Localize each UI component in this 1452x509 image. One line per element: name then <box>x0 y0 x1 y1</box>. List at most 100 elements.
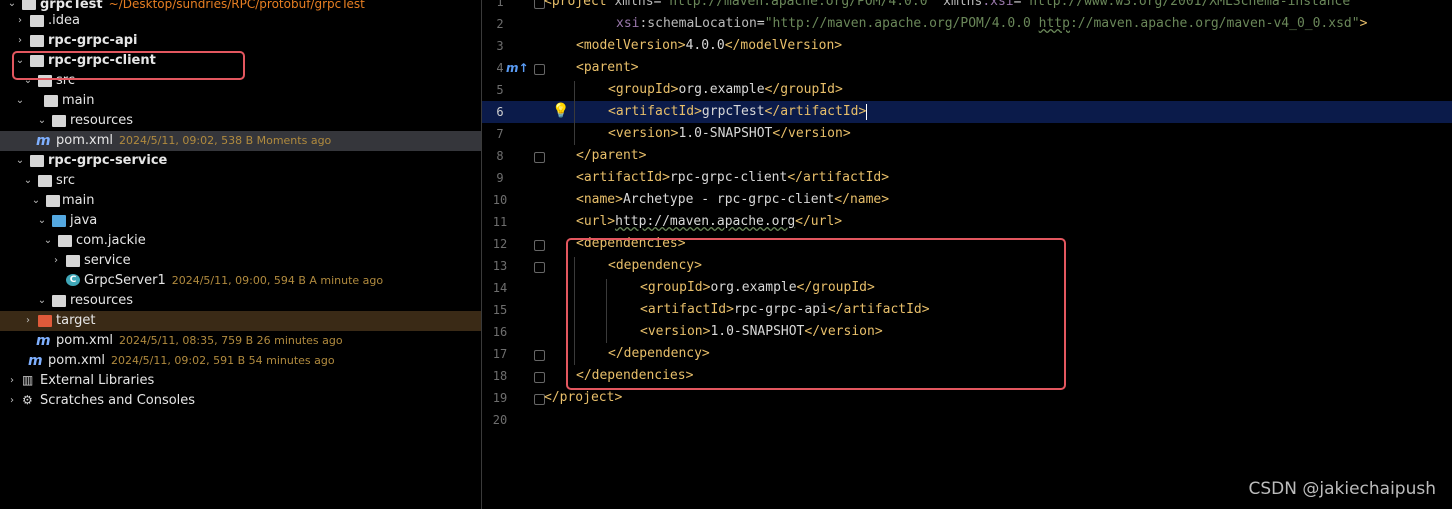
chevron-right-icon[interactable]: › <box>14 31 26 51</box>
tree-item-label: pom.xml <box>48 353 105 368</box>
line-number: 19 <box>492 391 508 405</box>
tree-item-resources[interactable]: ⌄ resources <box>0 291 481 311</box>
tree-item-main[interactable]: ⌄ main <box>0 91 481 111</box>
fold-icon[interactable] <box>534 64 545 75</box>
tree-item-label: rpc-grpc-api <box>48 33 138 48</box>
fold-icon[interactable] <box>534 240 545 251</box>
code-line[interactable]: 8 </parent> <box>482 145 1452 167</box>
chevron-down-icon[interactable]: ⌄ <box>14 151 26 171</box>
code-line[interactable]: 19 </project> <box>482 387 1452 409</box>
chevron-down-icon[interactable]: ⌄ <box>14 91 26 111</box>
code-token: "http://maven.apache.org/POM/4.0.0 <box>764 16 1039 31</box>
chevron-down-icon[interactable]: ⌄ <box>36 291 48 311</box>
code-line[interactable]: 11 <url>http://maven.apache.org</url> <box>482 211 1452 233</box>
code-token: Archetype - rpc-grpc-client <box>622 192 835 207</box>
code-token[interactable]: http://maven.apache.org <box>615 214 795 229</box>
tree-item-label: resources <box>70 293 134 308</box>
tree-item-label: pom.xml <box>56 133 113 148</box>
fold-icon[interactable] <box>534 152 545 163</box>
tree-item-rpc-grpc-api[interactable]: › rpc-grpc-api <box>0 31 481 51</box>
code-token: <url> <box>576 214 616 229</box>
tree-item-label: .idea <box>48 13 80 28</box>
code-token: ://maven.apache.org/maven-v4_0_0.xsd" <box>1069 16 1360 31</box>
code-token: xmlns <box>935 0 983 9</box>
lightbulb-icon[interactable]: 💡 <box>552 103 569 119</box>
code-token: <groupId> <box>608 82 679 97</box>
code-line[interactable]: 5 <groupId>org.example</groupId> <box>482 79 1452 101</box>
line-number: 1 <box>496 0 504 9</box>
tree-item-label: service <box>84 253 131 268</box>
indent-guide <box>574 81 575 145</box>
tree-item-pom-client[interactable]: m pom.xml 2024/5/11, 09:02, 538 B Moments… <box>0 131 481 151</box>
line-number: 18 <box>492 369 508 383</box>
code-line[interactable]: 9 <artifactId>rpc-grpc-client</artifactI… <box>482 167 1452 189</box>
tree-item-label: target <box>56 313 96 328</box>
tree-item-grpcserver1[interactable]: C GrpcServer1 2024/5/11, 09:00, 594 B A m… <box>0 271 481 291</box>
tree-item-idea[interactable]: › .idea <box>0 11 481 31</box>
tree-item-rpc-grpc-service[interactable]: ⌄ rpc-grpc-service <box>0 151 481 171</box>
code-line[interactable]: 1 <project xmlns="http://maven.apache.or… <box>482 0 1452 13</box>
tree-item-label: src <box>56 173 75 188</box>
code-token: </version> <box>772 126 851 141</box>
code-token: <artifactId> <box>576 170 670 185</box>
chevron-right-icon[interactable]: › <box>22 311 34 331</box>
tree-item-com-jackie[interactable]: ⌄ com.jackie <box>0 231 481 251</box>
code-editor[interactable]: 1 <project xmlns="http://maven.apache.or… <box>482 0 1452 509</box>
module-folder-icon <box>30 155 44 167</box>
fold-icon[interactable] <box>534 262 545 273</box>
chevron-down-icon[interactable]: ⌄ <box>36 211 48 231</box>
folder-icon <box>30 15 44 27</box>
tree-item-pom-root[interactable]: m pom.xml 2024/5/11, 09:02, 591 B 54 minu… <box>0 351 481 371</box>
code-token: <project <box>544 0 615 9</box>
tree-item-service[interactable]: › service <box>0 251 481 271</box>
tree-item-pom-service[interactable]: m pom.xml 2024/5/11, 08:35, 759 B 26 minu… <box>0 331 481 351</box>
text-cursor <box>866 103 868 120</box>
override-marker-icon[interactable]: m↑ <box>506 57 529 79</box>
tree-item-target[interactable]: › target <box>0 311 481 331</box>
resources-folder-icon <box>52 115 66 127</box>
line-number: 20 <box>492 413 508 427</box>
code-token: > <box>1359 16 1368 31</box>
line-number: 17 <box>492 347 508 361</box>
library-icon: ▥ <box>22 373 34 387</box>
tree-item-src[interactable]: ⌄ src <box>0 171 481 191</box>
code-line[interactable]: 2 xsi:schemaLocation="http://maven.apach… <box>482 13 1452 35</box>
folder-icon <box>46 195 60 207</box>
fold-icon[interactable] <box>534 372 545 383</box>
code-token: "http://www.w3.org/2001/XMLSchema-instan… <box>1021 0 1359 9</box>
chevron-right-icon[interactable]: › <box>14 11 26 31</box>
chevron-right-icon[interactable]: › <box>50 251 62 271</box>
tree-item-java[interactable]: ⌄ java <box>0 211 481 231</box>
tree-item-label: rpc-grpc-service <box>48 153 168 168</box>
code-line-current[interactable]: 6 💡 <artifactId>grpcTest</artifactId> <box>482 101 1452 123</box>
chevron-down-icon[interactable]: ⌄ <box>36 111 48 131</box>
line-number: 10 <box>492 193 508 207</box>
line-number: 14 <box>492 281 508 295</box>
fold-icon[interactable] <box>534 350 545 361</box>
code-token: <name> <box>576 192 623 207</box>
file-meta: 2024/5/11, 09:00, 594 B A minute ago <box>171 274 384 287</box>
tree-item-resources[interactable]: ⌄ resources <box>0 111 481 131</box>
code-line[interactable]: 3 <modelVersion>4.0.0</modelVersion> <box>482 35 1452 57</box>
chevron-down-icon[interactable]: ⌄ <box>30 191 42 211</box>
tree-item-label: pom.xml <box>56 333 113 348</box>
tree-item-scratches[interactable]: › ⚙ Scratches and Consoles <box>0 391 481 411</box>
chevron-right-icon[interactable]: › <box>6 371 18 391</box>
chevron-down-icon[interactable]: ⌄ <box>22 171 34 191</box>
code-line[interactable]: 10 <name>Archetype - rpc-grpc-client</na… <box>482 189 1452 211</box>
code-token: "http://maven.apache.org/POM/4.0.0" <box>661 0 936 9</box>
tree-item-external-libraries[interactable]: › ▥ External Libraries <box>0 371 481 391</box>
code-token: = <box>756 16 765 31</box>
scratches-icon: ⚙ <box>22 393 33 407</box>
code-token: org.example <box>678 82 765 97</box>
chevron-right-icon[interactable]: › <box>6 391 18 411</box>
code-token: </groupId> <box>764 82 843 97</box>
code-line[interactable]: 4 m↑ <parent> <box>482 57 1452 79</box>
tree-item-label: GrpcServer1 <box>84 273 166 288</box>
code-line[interactable]: 20 <box>482 409 1452 431</box>
code-token: xmlns <box>614 0 654 9</box>
file-meta: 2024/5/11, 08:35, 759 B 26 minutes ago <box>118 334 343 347</box>
chevron-down-icon[interactable]: ⌄ <box>42 231 54 251</box>
tree-item-main[interactable]: ⌄ main <box>0 191 481 211</box>
code-line[interactable]: 7 <version>1.0-SNAPSHOT</version> <box>482 123 1452 145</box>
